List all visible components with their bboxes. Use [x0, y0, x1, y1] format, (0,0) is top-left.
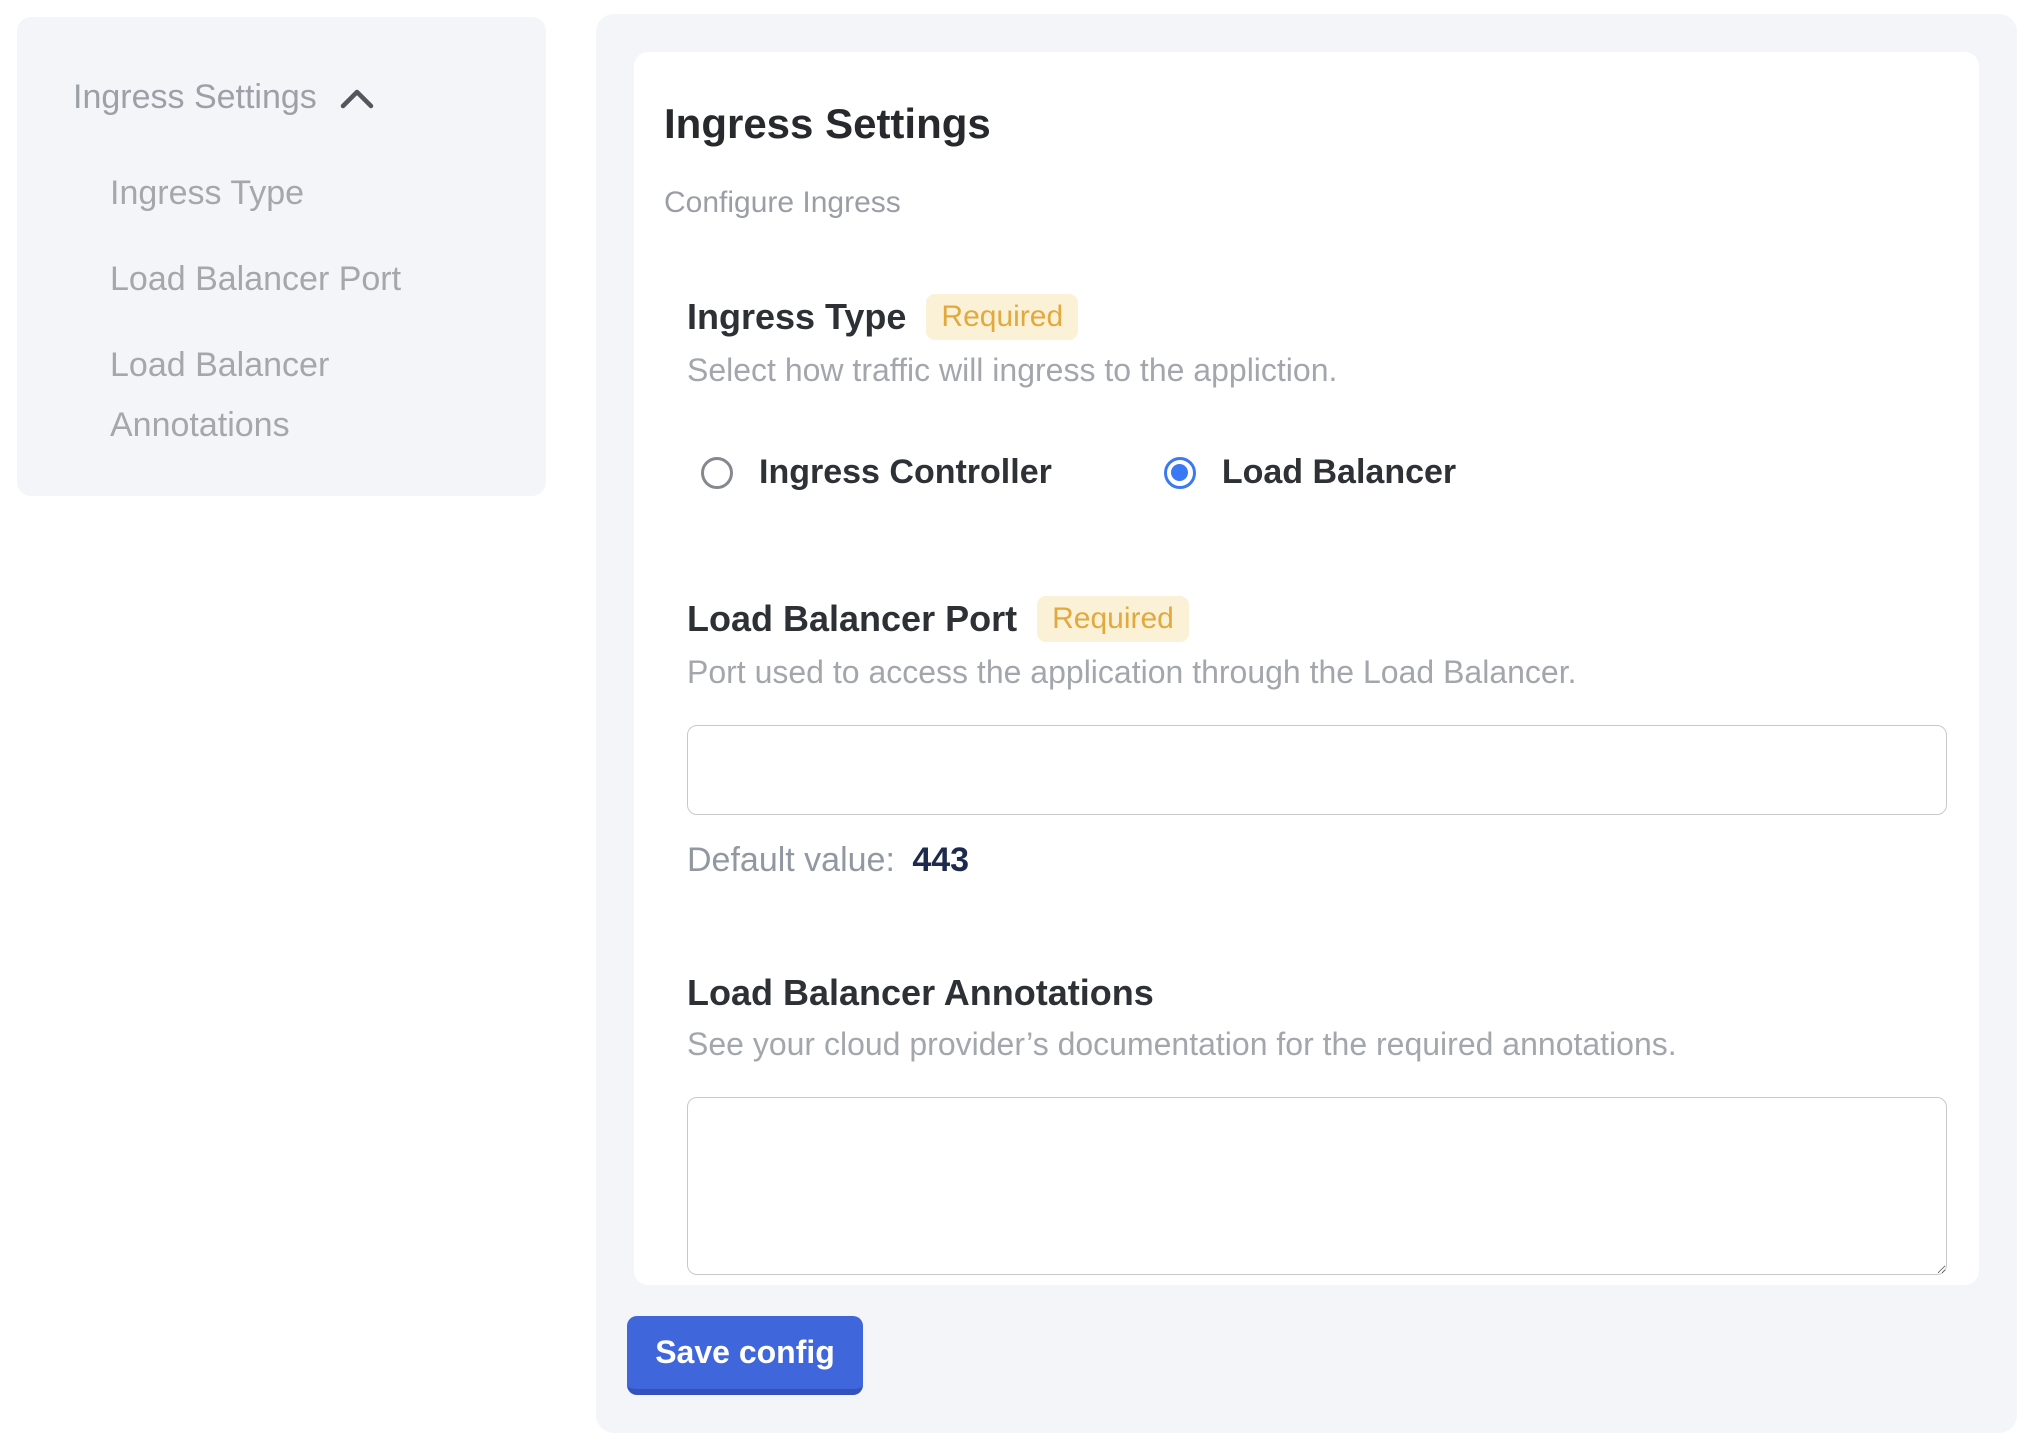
radio-option-ingress-controller[interactable]: Ingress Controller — [701, 453, 1052, 492]
load-balancer-annotations-label: Load Balancer Annotations — [687, 972, 1154, 1014]
radio-label: Load Balancer — [1222, 453, 1456, 492]
default-value-text: Default value: 443 — [687, 841, 1949, 880]
ingress-type-heading: Ingress Type Required — [687, 294, 1949, 340]
radio-icon[interactable] — [701, 457, 733, 489]
ingress-type-section: Ingress Type Required Select how traffic… — [687, 294, 1949, 492]
load-balancer-port-description: Port used to access the application thro… — [687, 654, 1949, 691]
sidebar-nav: Ingress Type Load Balancer Port Load Bal… — [73, 163, 506, 455]
sidebar-item-load-balancer-annotations[interactable]: Load Balancer Annotations — [110, 335, 440, 455]
default-value-number: 443 — [912, 841, 969, 879]
load-balancer-annotations-heading: Load Balancer Annotations — [687, 972, 1949, 1014]
save-config-button[interactable]: Save config — [627, 1316, 863, 1395]
ingress-type-description: Select how traffic will ingress to the a… — [687, 352, 1949, 389]
sidebar-section-title: Ingress Settings — [73, 77, 317, 117]
load-balancer-annotations-description: See your cloud provider’s documentation … — [687, 1026, 1949, 1063]
load-balancer-port-section: Load Balancer Port Required Port used to… — [687, 596, 1949, 880]
load-balancer-port-input[interactable] — [687, 725, 1947, 815]
main-panel: Ingress Settings Configure Ingress Ingre… — [596, 14, 2017, 1433]
ingress-type-label: Ingress Type — [687, 296, 906, 338]
default-value-label: Default value: — [687, 841, 895, 879]
chevron-up-icon — [339, 87, 375, 111]
load-balancer-port-label: Load Balancer Port — [687, 598, 1017, 640]
load-balancer-annotations-textarea[interactable] — [687, 1097, 1947, 1275]
ingress-type-radio-group: Ingress Controller Load Balancer — [701, 453, 1949, 492]
load-balancer-annotations-section: Load Balancer Annotations See your cloud… — [687, 972, 1949, 1275]
load-balancer-port-heading: Load Balancer Port Required — [687, 596, 1949, 642]
required-badge: Required — [926, 294, 1078, 340]
ingress-settings-card: Ingress Settings Configure Ingress Ingre… — [634, 52, 1979, 1285]
sidebar-section-toggle[interactable]: Ingress Settings — [73, 77, 506, 117]
radio-option-load-balancer[interactable]: Load Balancer — [1164, 453, 1456, 492]
required-badge: Required — [1037, 596, 1189, 642]
sidebar-item-ingress-type[interactable]: Ingress Type — [110, 163, 440, 223]
page-subtitle: Configure Ingress — [664, 186, 1949, 220]
sidebar-item-load-balancer-port[interactable]: Load Balancer Port — [110, 249, 440, 309]
radio-icon[interactable] — [1164, 457, 1196, 489]
page-title: Ingress Settings — [664, 100, 1949, 148]
settings-sidebar: Ingress Settings Ingress Type Load Balan… — [17, 17, 546, 496]
radio-label: Ingress Controller — [759, 453, 1052, 492]
